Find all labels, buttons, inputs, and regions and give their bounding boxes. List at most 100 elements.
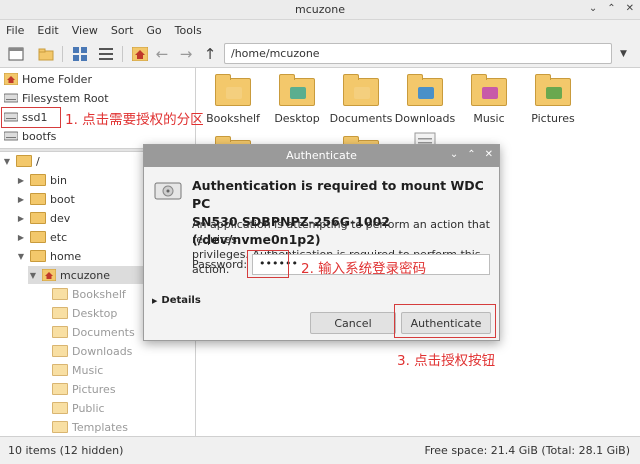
- tree-label: dev: [50, 211, 71, 225]
- file-item-desktop[interactable]: Desktop: [265, 72, 329, 125]
- tree-item-public[interactable]: Public: [52, 399, 105, 417]
- file-item-pictures[interactable]: Pictures: [521, 72, 585, 125]
- tree-item-music[interactable]: Music: [52, 361, 103, 379]
- tree-label: /: [36, 154, 40, 168]
- folder-icon: [52, 288, 68, 300]
- home-icon: [132, 47, 148, 61]
- tree-item-etc[interactable]: ▶ etc: [16, 228, 67, 246]
- file-label: Downloads: [394, 112, 456, 125]
- tree-item-dev[interactable]: ▶ dev: [16, 209, 70, 227]
- chevron-right-icon[interactable]: ▶: [16, 176, 26, 185]
- chevron-right-icon[interactable]: ▶: [16, 233, 26, 242]
- status-bar: 10 items (12 hidden) Free space: 21.4 Gi…: [0, 436, 640, 464]
- chevron-right-icon: ▶: [152, 296, 158, 305]
- chevron-down-icon[interactable]: ⌄: [450, 149, 458, 160]
- menu-tools[interactable]: Tools: [175, 24, 202, 37]
- folder-icon: [52, 364, 68, 376]
- place-bootfs[interactable]: bootfs: [4, 127, 56, 145]
- close-icon[interactable]: ✕: [485, 149, 493, 160]
- file-item-documents[interactable]: Documents: [329, 72, 393, 125]
- cancel-button[interactable]: Cancel: [310, 312, 396, 334]
- tree-item-root[interactable]: ▼ /: [2, 152, 40, 170]
- file-label: Documents: [329, 112, 393, 125]
- tree-label: Pictures: [72, 382, 116, 396]
- place-home-folder[interactable]: Home Folder: [4, 70, 92, 88]
- item-count: 10 items (12 hidden): [8, 444, 124, 457]
- menu-edit[interactable]: Edit: [37, 24, 58, 37]
- folder-icon: [471, 74, 507, 106]
- drive-icon: [4, 131, 18, 141]
- maximize-icon[interactable]: ⌃: [607, 3, 615, 14]
- chevron-right-icon[interactable]: ▶: [16, 214, 26, 223]
- tree-label: home: [50, 249, 82, 263]
- tree-label: Documents: [72, 325, 135, 339]
- folder-icon: [30, 231, 46, 243]
- close-icon[interactable]: ✕: [626, 3, 634, 14]
- tree-item-downloads[interactable]: Downloads: [52, 342, 132, 360]
- tree-item-home[interactable]: ▼ home: [16, 247, 81, 265]
- menu-go[interactable]: Go: [146, 24, 161, 37]
- place-label: Filesystem Root: [22, 91, 109, 105]
- folder-icon: [343, 74, 379, 106]
- folder-icon: [407, 74, 443, 106]
- icon-view-button[interactable]: [70, 44, 90, 64]
- highlight-authenticate: [394, 304, 496, 338]
- tree-item-pictures[interactable]: Pictures: [52, 380, 116, 398]
- folder-icon: [30, 174, 46, 186]
- tree-item-desktop[interactable]: Desktop: [52, 304, 117, 322]
- annotation-step3: 3. 点击授权按钮: [397, 353, 496, 369]
- chevron-right-icon[interactable]: ▶: [16, 195, 26, 204]
- file-item-bookshelf[interactable]: Bookshelf: [201, 72, 265, 125]
- tree-label: Public: [72, 401, 105, 415]
- drive-icon: [154, 182, 182, 200]
- tree-item-boot[interactable]: ▶ boot: [16, 190, 75, 208]
- tree-label: Downloads: [72, 344, 133, 358]
- free-space: Free space: 21.4 GiB (Total: 28.1 GiB): [424, 444, 630, 457]
- menu-file[interactable]: File: [6, 24, 24, 37]
- file-item-music[interactable]: Music: [457, 72, 521, 125]
- annotation-step2: 2. 输入系统登录密码: [301, 261, 427, 277]
- password-label: Password:: [192, 258, 248, 271]
- place-label: Home Folder: [22, 72, 92, 86]
- folder-icon: [30, 193, 46, 205]
- back-icon[interactable]: ←: [152, 44, 172, 64]
- window-icon: [8, 47, 24, 61]
- menu-bar: File Edit View Sort Go Tools: [0, 20, 640, 40]
- up-icon[interactable]: ↑: [200, 44, 220, 64]
- new-folder-button[interactable]: [36, 44, 56, 64]
- minimize-icon[interactable]: ⌄: [589, 3, 597, 14]
- folder-icon: [30, 212, 46, 224]
- list-view-button[interactable]: [96, 44, 116, 64]
- file-label: Bookshelf: [206, 112, 260, 125]
- home-button[interactable]: [130, 44, 150, 64]
- tree-item-templates[interactable]: Templates: [52, 418, 128, 436]
- folder-icon: [52, 402, 68, 414]
- chevron-down-icon[interactable]: ▼: [16, 252, 26, 261]
- chevron-up-icon[interactable]: ⌃: [467, 149, 475, 160]
- chevron-down-icon[interactable]: ▼: [620, 49, 627, 59]
- place-filesystem-root[interactable]: Filesystem Root: [4, 89, 109, 107]
- tree-item-bin[interactable]: ▶ bin: [16, 171, 67, 189]
- tree-label: boot: [50, 192, 75, 206]
- home-icon: [4, 73, 18, 85]
- tree-label: etc: [50, 230, 68, 244]
- place-label: bootfs: [22, 129, 57, 143]
- chevron-down-icon[interactable]: ▼: [2, 157, 12, 166]
- forward-icon[interactable]: →: [176, 44, 196, 64]
- annotation-step1: 1. 点击需要授权的分区: [65, 112, 204, 128]
- dialog-title: Authenticate: [144, 145, 499, 167]
- highlight-ssd1: [1, 107, 61, 128]
- chevron-down-icon[interactable]: ▼: [28, 271, 38, 280]
- tree-item-documents[interactable]: Documents: [52, 323, 135, 341]
- grid-icon: [73, 47, 87, 61]
- details-expander[interactable]: ▶ Details: [152, 295, 201, 306]
- path-input[interactable]: /home/mcuzone: [224, 43, 612, 64]
- menu-sort[interactable]: Sort: [111, 24, 134, 37]
- highlight-password: [247, 250, 289, 278]
- file-item-downloads[interactable]: Downloads: [393, 72, 457, 125]
- menu-view[interactable]: View: [72, 24, 98, 37]
- folder-icon: [215, 74, 251, 106]
- file-label: Desktop: [274, 112, 320, 125]
- tree-item-bookshelf[interactable]: Bookshelf: [52, 285, 126, 303]
- new-window-button[interactable]: [6, 44, 26, 64]
